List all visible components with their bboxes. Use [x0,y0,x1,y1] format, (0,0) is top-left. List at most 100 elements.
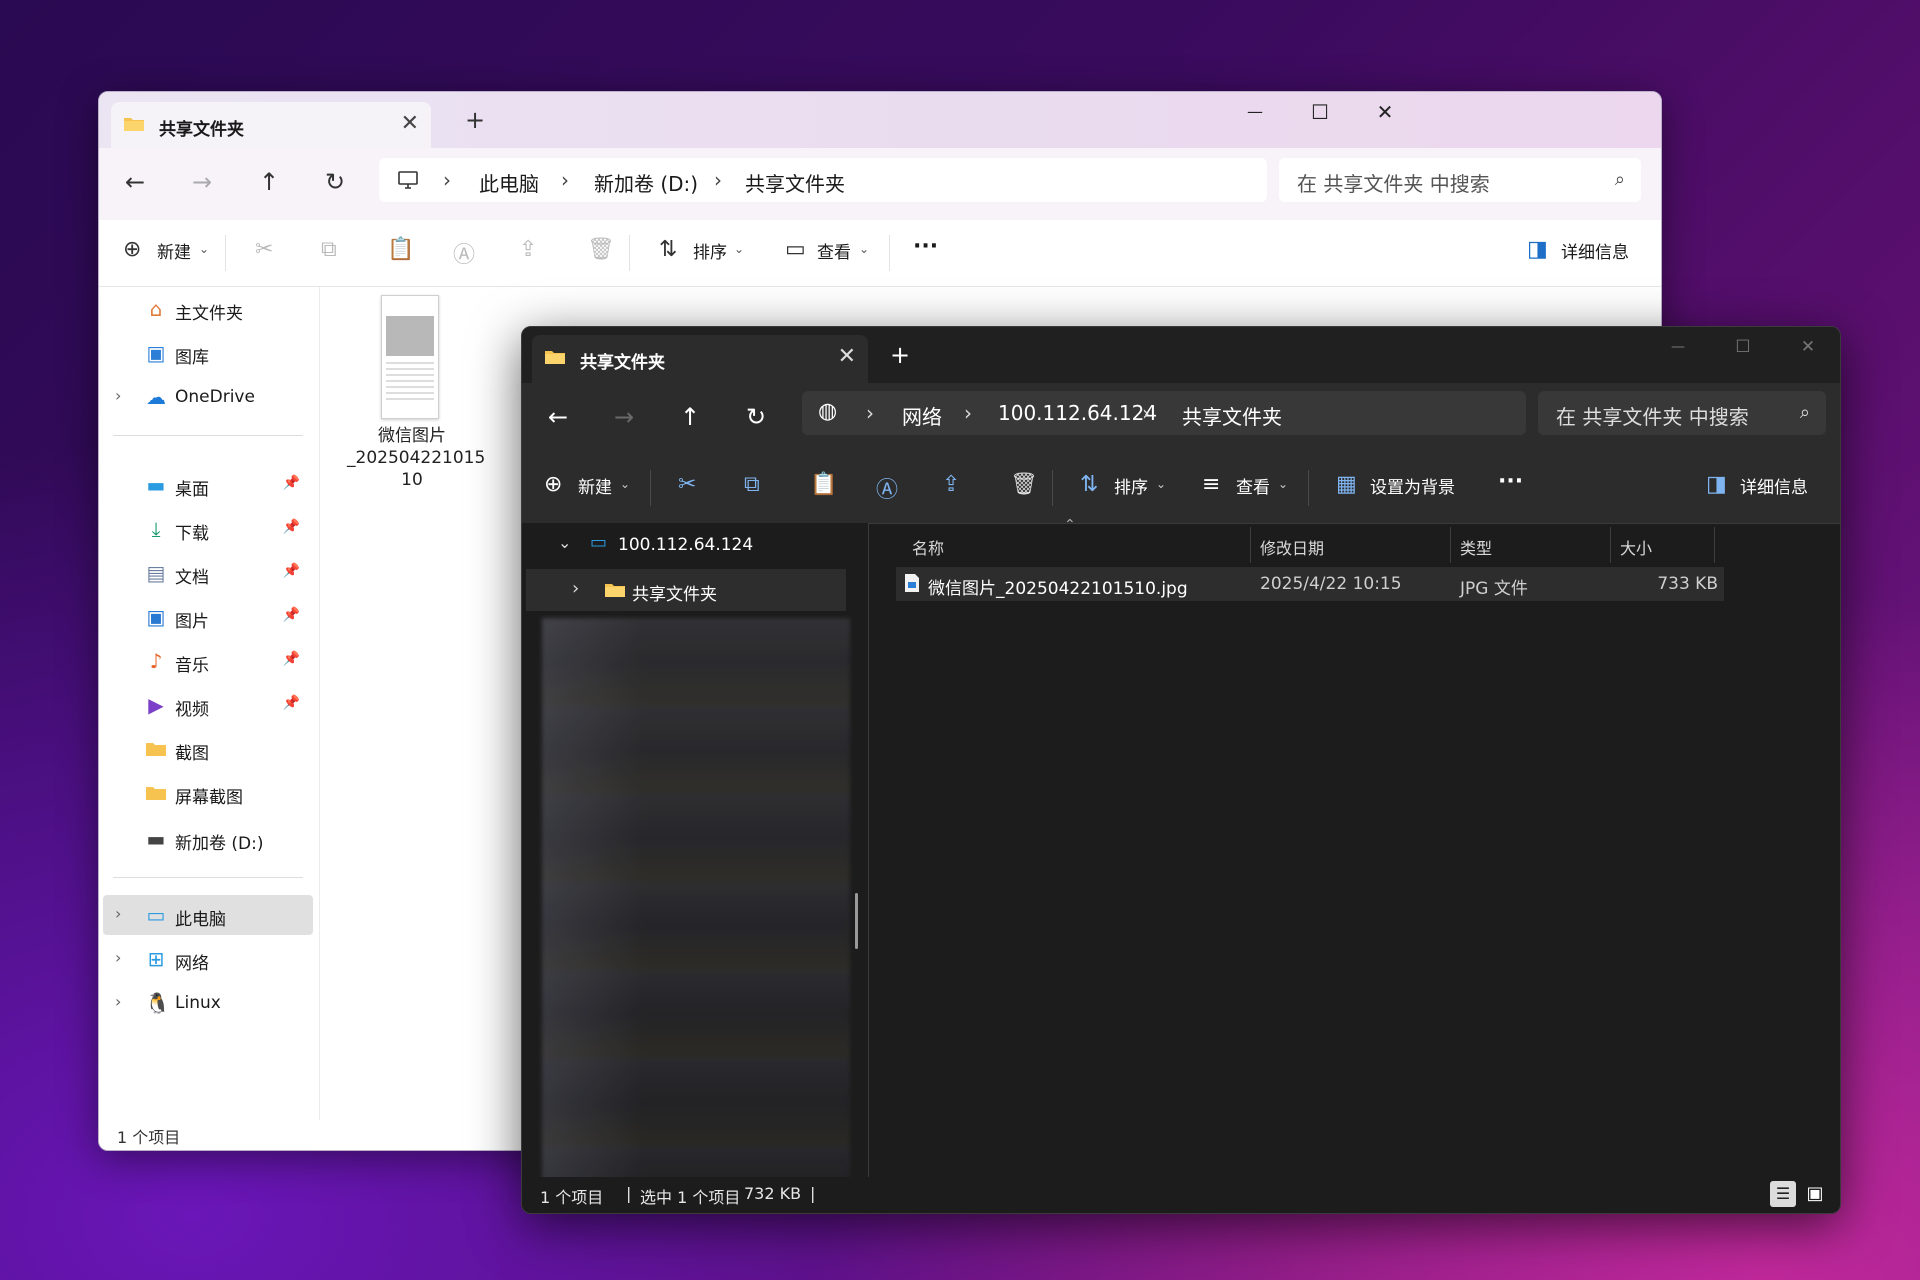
rename-icon[interactable]: Ⓐ [876,472,898,504]
sidebar-item-screen-captures[interactable]: 屏幕截图 [99,773,314,813]
chevron-right-icon[interactable]: › [115,386,121,405]
view-button[interactable]: 查看 [1236,473,1270,498]
chevron-right-icon[interactable]: › [572,578,579,599]
sort-button[interactable]: 排序 [1114,473,1148,498]
refresh-icon[interactable]: ↻ [325,168,345,196]
sidebar-item-downloads[interactable]: ⤓ 下载 📌 [99,509,314,549]
sidebar-item-documents[interactable]: ▤ 文档 📌 [99,553,314,593]
chevron-down-icon[interactable]: ⌄ [558,533,571,552]
column-name[interactable]: 名称 [912,535,944,559]
tab-shared-folder[interactable]: 共享文件夹 ✕ [532,335,868,383]
tree-item-shared-folder[interactable]: › 共享文件夹 [526,569,846,611]
tab-title: 共享文件夹 [580,353,665,373]
tiles-view-icon[interactable]: ▣ [1802,1181,1828,1207]
sidebar-item-label: Linux [175,993,221,1013]
details-button[interactable]: 详细信息 [1561,238,1629,263]
close-button[interactable]: ✕ [1353,92,1417,132]
sidebar-item-screenshots[interactable]: 截图 [99,729,314,769]
forward-icon[interactable]: → [614,403,634,431]
folder-icon [146,743,166,756]
onedrive-icon: ☁ [146,385,166,409]
sort-button[interactable]: 排序 [693,238,727,263]
file-row[interactable]: 微信图片_20250422101510.jpg 2025/4/22 10:15 … [896,567,1724,601]
copy-icon[interactable]: ⧉ [321,237,337,262]
sidebar-item-pictures[interactable]: ▣ 图片 📌 [99,597,314,637]
sidebar-item-music[interactable]: ♪ 音乐 📌 [99,641,314,681]
breadcrumb-shared-folder[interactable]: 共享文件夹 [1182,401,1282,430]
file-thumbnail[interactable] [381,295,439,419]
copy-icon[interactable]: ⧉ [744,472,760,497]
refresh-icon[interactable]: ↻ [746,403,766,431]
rename-icon[interactable]: Ⓐ [453,237,475,269]
breadcrumb-drive[interactable]: 新加卷 (D:) [594,168,698,197]
pin-icon: 📌 [282,475,300,491]
sidebar-item-network[interactable]: › ⊞ 网络 [99,939,314,979]
back-icon[interactable]: ← [548,403,568,431]
breadcrumb-host[interactable]: 100.112.64.124 [998,401,1157,425]
minimize-button[interactable]: — [1646,327,1710,367]
breadcrumb-this-pc[interactable]: 此电脑 [479,168,539,197]
file-name-label[interactable]: 微信图片 _202504221015 10 [347,425,485,491]
sidebar-item-home[interactable]: ⌂ 主文件夹 [99,289,314,329]
address-bar[interactable]: › 此电脑 › 新加卷 (D:) › 共享文件夹 [379,158,1267,202]
paste-icon[interactable]: 📋 [387,237,414,262]
column-type[interactable]: 类型 [1460,535,1492,559]
close-tab-icon[interactable]: ✕ [838,344,856,369]
new-button[interactable]: 新建 [157,238,191,263]
video-icon: ▶ [148,693,164,717]
download-icon: ⤓ [151,517,161,541]
paste-icon[interactable]: 📋 [810,472,837,497]
chevron-right-icon[interactable]: › [115,904,121,923]
back-icon[interactable]: ← [125,168,145,196]
column-modified[interactable]: 修改日期 [1260,535,1324,559]
drive-icon: ▬ [146,827,166,851]
more-button[interactable]: ··· [1498,469,1523,494]
forward-icon[interactable]: → [192,168,212,196]
minimize-button[interactable]: — [1223,92,1287,132]
breadcrumb-network[interactable]: 网络 [902,401,942,430]
tab-shared-folder[interactable]: 共享文件夹 ✕ [111,102,431,148]
sidebar-item-onedrive[interactable]: › ☁ OneDrive [99,377,314,417]
sidebar-item-videos[interactable]: ▶ 视频 📌 [99,685,314,725]
view-button[interactable]: 查看 [817,238,851,263]
sidebar-item-gallery[interactable]: ▣ 图库 [99,333,314,373]
navigation-bar: ← → ↑ ↻ › 此电脑 › 新加卷 (D:) › 共享文件夹 在 共享文件夹… [99,148,1661,220]
chevron-right-icon[interactable]: › [115,992,121,1011]
details-view-icon[interactable]: ☰ [1770,1181,1796,1207]
music-icon: ♪ [149,649,163,673]
up-icon[interactable]: ↑ [680,403,700,431]
sidebar-item-drive-d[interactable]: ▬ 新加卷 (D:) [99,819,314,859]
close-button[interactable]: ✕ [1776,327,1840,367]
share-icon[interactable]: ⇪ [942,472,960,497]
scrollbar[interactable] [855,893,858,949]
cut-icon[interactable]: ✂ [255,237,273,262]
new-tab-button[interactable]: + [890,341,910,369]
tree-item-label: 100.112.64.124 [618,535,754,555]
up-icon[interactable]: ↑ [259,168,279,196]
delete-icon[interactable]: 🗑 [1010,472,1038,497]
sidebar-item-linux[interactable]: › 🐧 Linux [99,983,314,1023]
chevron-right-icon[interactable]: › [115,948,121,967]
tree-item-host[interactable]: ⌄ ▭ 100.112.64.124 [522,525,862,565]
share-icon[interactable]: ⇪ [519,237,537,262]
breadcrumb-shared-folder[interactable]: 共享文件夹 [745,168,845,197]
pin-icon: 📌 [282,651,300,667]
address-bar[interactable]: ◍ › 网络 › 100.112.64.124 › 共享文件夹 [802,391,1526,435]
set-background-button[interactable]: 设置为背景 [1370,473,1455,498]
close-tab-icon[interactable]: ✕ [401,111,419,136]
item-count: 1 个项目 [540,1188,604,1207]
sidebar-item-this-pc[interactable]: › ▭ 此电脑 [103,895,313,935]
cut-icon[interactable]: ✂ [678,472,696,497]
search-input[interactable]: 在 共享文件夹 中搜索 ⌕ [1538,391,1826,435]
search-input[interactable]: 在 共享文件夹 中搜索 ⌕ [1279,158,1641,202]
maximize-button[interactable]: ☐ [1288,92,1352,132]
selected-size: 732 KB [744,1184,802,1203]
sidebar-item-desktop[interactable]: ▬ 桌面 📌 [99,465,314,505]
new-tab-button[interactable]: + [465,106,485,134]
more-button[interactable]: ··· [913,234,938,259]
new-button[interactable]: 新建 [578,473,612,498]
maximize-button[interactable]: ☐ [1711,327,1775,367]
column-size[interactable]: 大小 [1620,535,1652,559]
details-button[interactable]: 详细信息 [1740,473,1808,498]
delete-icon[interactable]: 🗑 [587,237,615,262]
